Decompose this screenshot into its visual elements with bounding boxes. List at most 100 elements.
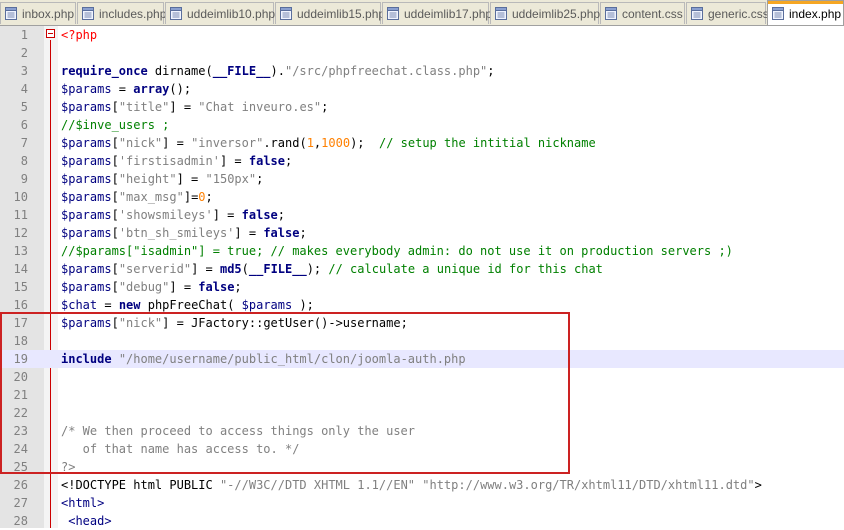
code-text: require_once dirname(__FILE__)."/src/php… bbox=[61, 62, 495, 80]
code-token: //$inve_users ; bbox=[61, 118, 170, 132]
code-line: 8 $params['firstisadmin'] = false; bbox=[0, 152, 844, 170]
code-line: 20 bbox=[0, 368, 844, 386]
tab-uddeimlib10-php[interactable]: uddeimlib10.php bbox=[165, 2, 276, 24]
tab-bar: inbox.php includes.php uddeimlib10.php udde… bbox=[0, 0, 844, 26]
line-number: 13 bbox=[13, 244, 28, 258]
code-text: ?> bbox=[61, 458, 75, 476]
code-line: 24 of that name has access to. */ bbox=[0, 440, 844, 458]
code-line: 4 $params = array(); bbox=[0, 80, 844, 98]
code-text: $params["serverid"] = md5(__FILE__); // … bbox=[61, 260, 603, 278]
code-token: "max_msg" bbox=[118, 190, 184, 204]
tab-label: inbox.php bbox=[22, 6, 75, 21]
code-token: [ bbox=[111, 208, 119, 222]
code-token: ; bbox=[299, 226, 307, 240]
code-line: 25 ?> bbox=[0, 458, 844, 476]
code-token: "title" bbox=[118, 100, 170, 114]
code-token: of that name has access to. */ bbox=[61, 442, 300, 456]
code-token: $params bbox=[241, 298, 293, 312]
code-token: $chat bbox=[61, 298, 98, 312]
code-token: ] = bbox=[212, 208, 242, 222]
code-token: "debug" bbox=[118, 280, 170, 294]
code-line: 2 bbox=[0, 44, 844, 62]
code-token: md5 bbox=[219, 262, 242, 276]
code-token: .rand( bbox=[263, 136, 307, 150]
code-token: dirname( bbox=[147, 64, 213, 78]
line-number: 11 bbox=[13, 208, 28, 222]
code-text: <!DOCTYPE html PUBLIC "-//W3C//DTD XHTML… bbox=[61, 476, 762, 494]
tab-label: uddeimlib17.php bbox=[404, 6, 493, 21]
code-token: new bbox=[118, 298, 141, 312]
tab-uddeimlib15-php[interactable]: uddeimlib15.php bbox=[275, 2, 385, 24]
code-line: 15 $params["debug"] = false; bbox=[0, 278, 844, 296]
code-token: [ bbox=[111, 136, 119, 150]
tab-content-css[interactable]: content.css bbox=[600, 2, 685, 24]
code-token: ] = JFactory::getUser()->username; bbox=[162, 316, 408, 330]
code-line: 12 $params['btn_sh_smileys'] = false; bbox=[0, 224, 844, 242]
tab-inbox-php[interactable]: inbox.php bbox=[0, 2, 76, 24]
code-line: 14 $params["serverid"] = md5(__FILE__); /… bbox=[0, 260, 844, 278]
code-text: $params['showsmileys'] = false; bbox=[61, 206, 285, 224]
code-token: [ bbox=[111, 190, 119, 204]
line-number: 8 bbox=[20, 154, 28, 168]
file-icon bbox=[495, 7, 507, 20]
code-token: "http://www.w3.org/TR/xhtml11/DTD/xhtml1… bbox=[422, 478, 755, 492]
line-number: 2 bbox=[20, 46, 28, 60]
code-text: <?php bbox=[61, 26, 97, 44]
code-token: [ bbox=[111, 280, 119, 294]
code-token: phpFreeChat( bbox=[140, 298, 242, 312]
file-icon bbox=[772, 7, 784, 20]
line-number: 25 bbox=[13, 460, 28, 474]
code-token: (); bbox=[169, 82, 192, 96]
code-token: "nick" bbox=[118, 316, 163, 330]
code-token: require_once bbox=[61, 64, 148, 78]
code-token: // setup the intitial nickname bbox=[378, 136, 596, 150]
code-token: 1 bbox=[306, 136, 314, 150]
code-token: "inversor" bbox=[191, 136, 264, 150]
code-line: 13 //$params["isadmin"] = true; // makes … bbox=[0, 242, 844, 260]
tab-label: uddeimlib10.php bbox=[187, 6, 276, 21]
code-token: false bbox=[241, 208, 278, 222]
code-token: ] = bbox=[191, 262, 220, 276]
tab-label: generic.css bbox=[708, 6, 769, 21]
line-number: 12 bbox=[13, 226, 28, 240]
code-token: /* We then proceed to access things only… bbox=[61, 424, 416, 438]
code-token: $params bbox=[61, 172, 112, 186]
line-number: 6 bbox=[20, 118, 28, 132]
tab-generic-css[interactable]: generic.css bbox=[686, 2, 769, 24]
tab-uddeimlib17-php[interactable]: uddeimlib17.php bbox=[382, 2, 493, 24]
code-token: ] = bbox=[234, 226, 264, 240]
line-number: 18 bbox=[13, 334, 28, 348]
code-token: ] = bbox=[219, 154, 249, 168]
code-token: ; bbox=[277, 208, 285, 222]
code-line: 19 include "/home/username/public_html/cl… bbox=[0, 350, 844, 368]
code-token: //$params["isadmin"] = true; // makes ev… bbox=[61, 244, 733, 258]
code-token: <html> bbox=[61, 496, 105, 510]
code-line: 21 bbox=[0, 386, 844, 404]
line-number: 9 bbox=[20, 172, 28, 186]
line-number: 3 bbox=[20, 64, 28, 78]
file-icon bbox=[691, 7, 703, 20]
code-editor[interactable]: 1 <?php 2 3 require_once dirname(__FILE__)."… bbox=[0, 26, 844, 530]
code-text: $params["nick"] = "inversor".rand(1,1000… bbox=[61, 134, 596, 152]
line-number: 21 bbox=[13, 388, 28, 402]
code-line: 22 bbox=[0, 404, 844, 422]
code-token: ] = bbox=[169, 280, 199, 294]
code-line: 1 <?php bbox=[0, 26, 844, 44]
code-token: [ bbox=[111, 172, 119, 186]
code-token: // calculate a unique id for this chat bbox=[328, 262, 603, 276]
code-token: ] = bbox=[176, 172, 206, 186]
code-text: $params["debug"] = false; bbox=[61, 278, 242, 296]
code-text: $params['firstisadmin'] = false; bbox=[61, 152, 292, 170]
tab-index-php[interactable]: index.php bbox=[767, 0, 844, 25]
code-token: "serverid" bbox=[118, 262, 192, 276]
line-number: 15 bbox=[13, 280, 28, 294]
code-text: $params["title"] = "Chat inveuro.es"; bbox=[61, 98, 328, 116]
code-token: false bbox=[248, 154, 285, 168]
tab-uddeimlib25-php[interactable]: uddeimlib25.php bbox=[490, 2, 600, 24]
code-token: "/src/phpfreechat.class.php" bbox=[284, 64, 488, 78]
tab-includes-php[interactable]: includes.php bbox=[77, 2, 166, 24]
line-number: 10 bbox=[13, 190, 28, 204]
code-token: [ bbox=[111, 100, 119, 114]
code-token: "height" bbox=[118, 172, 177, 186]
code-token: $params bbox=[61, 100, 112, 114]
